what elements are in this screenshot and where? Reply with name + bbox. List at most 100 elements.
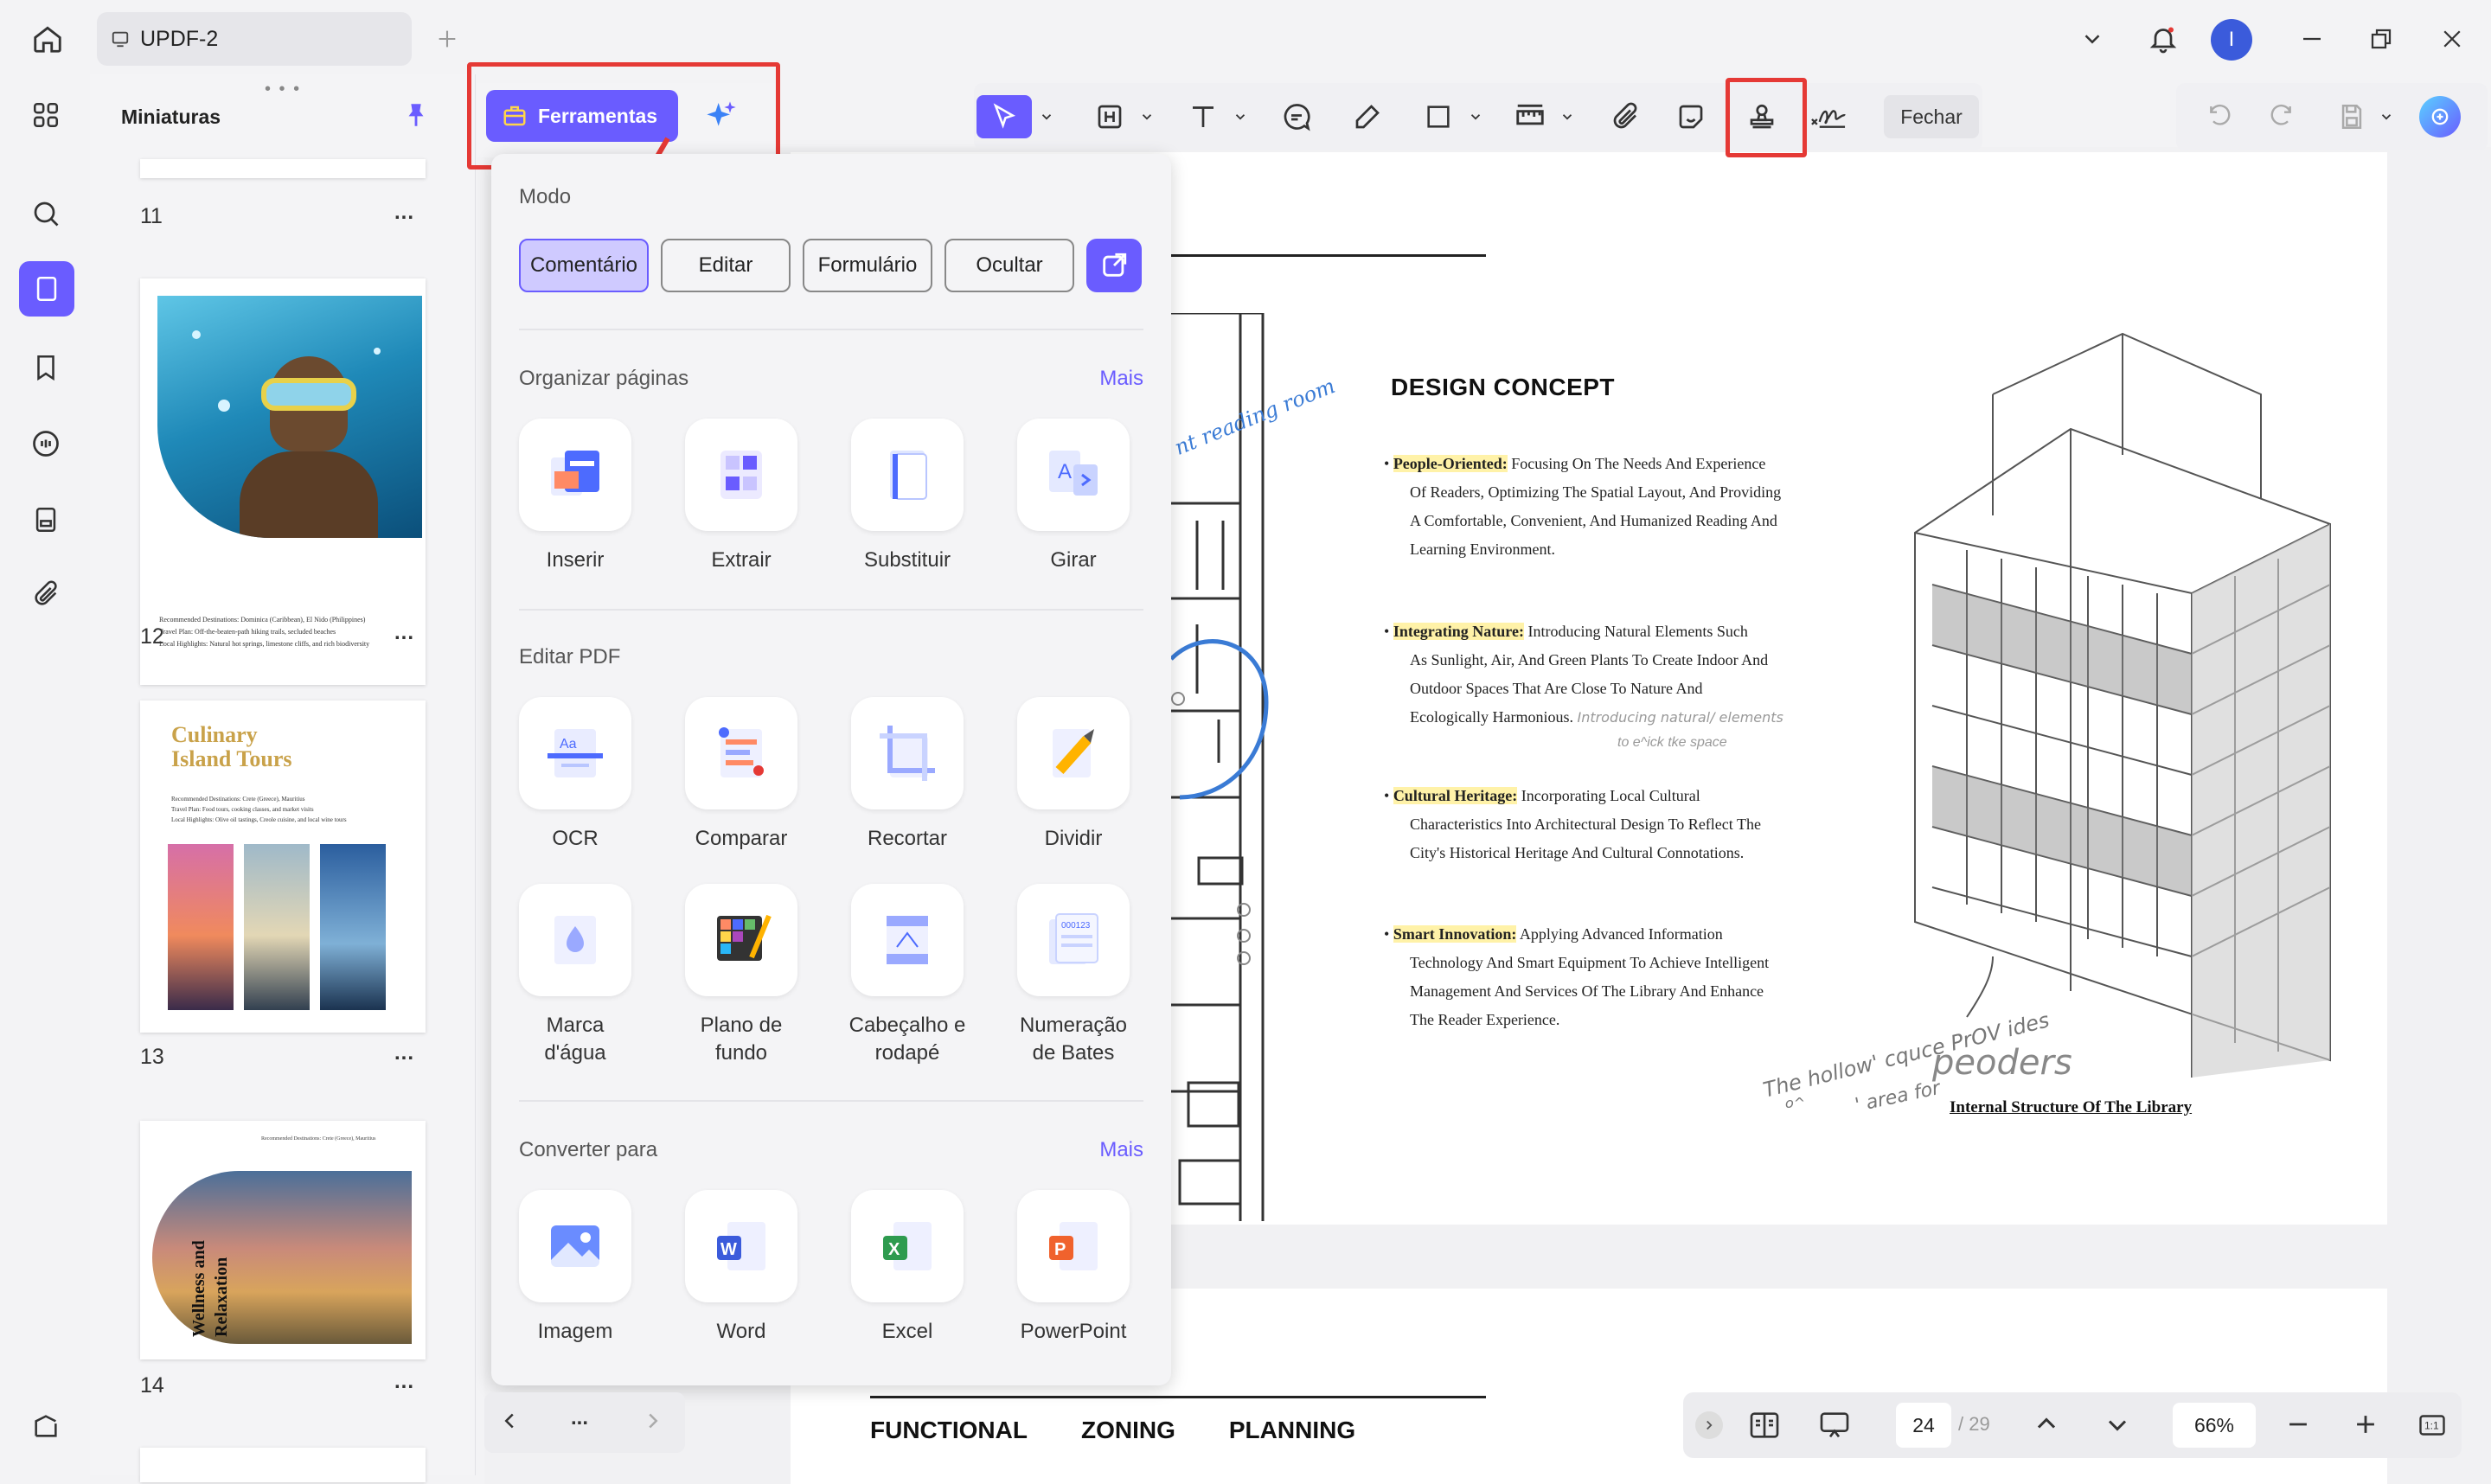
tool-extrair[interactable]: Extrair: [668, 419, 815, 574]
zoom-out-icon[interactable]: [2283, 1410, 2313, 1439]
user-avatar[interactable]: I: [2211, 19, 2252, 61]
chevron-left-icon[interactable]: [496, 1408, 522, 1434]
page2-heading: FUNCTIONAL ZONING PLANNING: [870, 1417, 1355, 1444]
minimize-icon[interactable]: [2289, 16, 2335, 62]
bullet-text: Incorporating Local Cultural: [1517, 787, 1700, 804]
chevron-down-icon[interactable]: [1228, 95, 1252, 138]
chevron-down-icon[interactable]: [1034, 95, 1059, 138]
tool-comparar[interactable]: Comparar: [668, 697, 815, 853]
tool-imagem[interactable]: Imagem: [502, 1190, 649, 1346]
comments-icon[interactable]: [22, 420, 69, 467]
attachment-icon[interactable]: [22, 571, 69, 617]
tool-dividir[interactable]: Dividir: [1000, 697, 1147, 853]
home-icon[interactable]: [24, 16, 71, 62]
close-icon[interactable]: [2429, 16, 2475, 62]
comment-tool[interactable]: [1275, 95, 1318, 138]
pin-icon[interactable]: [401, 100, 431, 130]
thumbnail-page-15[interactable]: [140, 1448, 426, 1482]
text-tool[interactable]: [1181, 95, 1225, 138]
chevron-down-icon[interactable]: [1555, 95, 1579, 138]
svg-text:Aa: Aa: [560, 737, 577, 752]
tool-recortar[interactable]: Recortar: [834, 697, 981, 853]
restore-icon[interactable]: [2358, 16, 2405, 62]
highlight-tool[interactable]: [1088, 95, 1131, 138]
actual-size-icon[interactable]: 1:1: [2417, 1410, 2448, 1441]
search-icon[interactable]: [22, 190, 69, 237]
page-menu-button[interactable]: ...: [394, 1041, 414, 1065]
thumbnail-page-12[interactable]: Recommended Destinations: Dominica (Cari…: [140, 278, 426, 685]
measure-tool[interactable]: [1508, 95, 1552, 138]
thumbnails-icon[interactable]: [19, 261, 74, 317]
collapse-icon[interactable]: [1695, 1411, 1723, 1439]
thumbnail-page-11[interactable]: [140, 159, 426, 178]
thumbnail-page-14[interactable]: Recommended Destinations: Crete (Greece)…: [140, 1121, 426, 1359]
page-menu-button[interactable]: ...: [394, 1370, 414, 1394]
tool-excel[interactable]: X Excel: [834, 1190, 981, 1346]
mode-editar-button[interactable]: Editar: [661, 239, 791, 292]
zoom-level-input[interactable]: 66%: [2173, 1403, 2256, 1448]
document-tab[interactable]: UPDF-2: [97, 12, 412, 66]
presentation-icon[interactable]: [1816, 1408, 1853, 1442]
chevron-down-icon[interactable]: [2069, 16, 2116, 62]
rectangle-tool[interactable]: [1417, 95, 1460, 138]
left-rail: [0, 78, 90, 1484]
mode-comentario-button[interactable]: Comentário: [519, 239, 649, 292]
tool-label: OCR: [552, 827, 599, 850]
chevron-down-icon[interactable]: [1135, 95, 1159, 138]
svg-text:X: X: [888, 1240, 900, 1259]
title-bar: UPDF-2 I: [0, 0, 2491, 78]
tool-numeracao-bates[interactable]: 000123 Numeração de Bates: [1000, 884, 1147, 1067]
tool-powerpoint[interactable]: P PowerPoint: [1000, 1190, 1147, 1346]
bookmark-icon[interactable]: [22, 344, 69, 391]
next-page-icon[interactable]: [2102, 1410, 2133, 1441]
mode-formulario-button[interactable]: Formulário: [803, 239, 932, 292]
tool-ocr[interactable]: Aa OCR: [502, 697, 649, 853]
chevron-down-icon[interactable]: [1463, 95, 1488, 138]
redo-icon[interactable]: [2259, 95, 2302, 138]
tool-girar[interactable]: A Girar: [1000, 419, 1147, 574]
more-options-button[interactable]: ...: [571, 1406, 588, 1430]
ai-assistant-icon[interactable]: [2415, 95, 2465, 138]
tool-marca-dagua[interactable]: Marca d'água: [502, 884, 649, 1067]
converter-mais-link[interactable]: Mais: [1099, 1138, 1143, 1162]
page-menu-button[interactable]: ...: [394, 201, 414, 225]
zoom-in-icon[interactable]: [2351, 1410, 2380, 1439]
mode-ocultar-button[interactable]: Ocultar: [945, 239, 1074, 292]
panel-resize-handle[interactable]: • • •: [265, 80, 301, 99]
signature-tool[interactable]: [1803, 95, 1854, 138]
popover-divider: [519, 609, 1143, 611]
svg-text:A: A: [1058, 460, 1072, 483]
tool-word[interactable]: W Word: [668, 1190, 815, 1346]
layers-icon[interactable]: [22, 1403, 69, 1449]
open-external-button[interactable]: [1086, 239, 1142, 292]
chevron-down-icon[interactable]: [2375, 95, 2398, 138]
page-number: 11: [140, 204, 163, 228]
tool-plano-de-fundo[interactable]: Plano de fundo: [668, 884, 815, 1067]
thumbnail-page-13[interactable]: Culinary Island Tours Recommended Destin…: [140, 700, 426, 1033]
save-icon[interactable]: [2330, 95, 2373, 138]
notification-bell-icon[interactable]: [2140, 16, 2187, 62]
page-menu-button[interactable]: ...: [394, 621, 414, 645]
popover-divider: [519, 1100, 1143, 1102]
close-annotation-button[interactable]: Fechar: [1884, 95, 1979, 138]
tool-label: Imagem: [537, 1320, 613, 1343]
attach-tool[interactable]: [1604, 95, 1647, 138]
tools-popover: Modo Comentário Editar Formulário Oculta…: [491, 154, 1171, 1385]
apps-grid-icon[interactable]: [22, 92, 69, 138]
tool-inserir[interactable]: Inserir: [502, 419, 649, 574]
chevron-right-icon[interactable]: [640, 1408, 666, 1434]
new-tab-icon[interactable]: [424, 16, 471, 62]
bullet-text: As Sunlight, Air, And Green Plants To Cr…: [1410, 651, 1769, 668]
reading-mode-icon[interactable]: [1747, 1408, 1782, 1442]
sticker-tool[interactable]: [1669, 95, 1713, 138]
tool-cabecalho-rodape[interactable]: Cabeçalho e rodapé: [834, 884, 981, 1067]
select-tool[interactable]: [977, 95, 1032, 138]
bullet-text: Characteristics Into Architectural Desig…: [1410, 816, 1761, 833]
tool-substituir[interactable]: Substituir: [834, 419, 981, 574]
current-page-input[interactable]: 24: [1896, 1403, 1951, 1448]
organizar-mais-link[interactable]: Mais: [1099, 367, 1143, 391]
previous-page-icon[interactable]: [2031, 1408, 2062, 1439]
stamp-list-icon[interactable]: [22, 496, 69, 543]
pencil-tool[interactable]: [1346, 95, 1389, 138]
undo-icon[interactable]: [2199, 95, 2242, 138]
